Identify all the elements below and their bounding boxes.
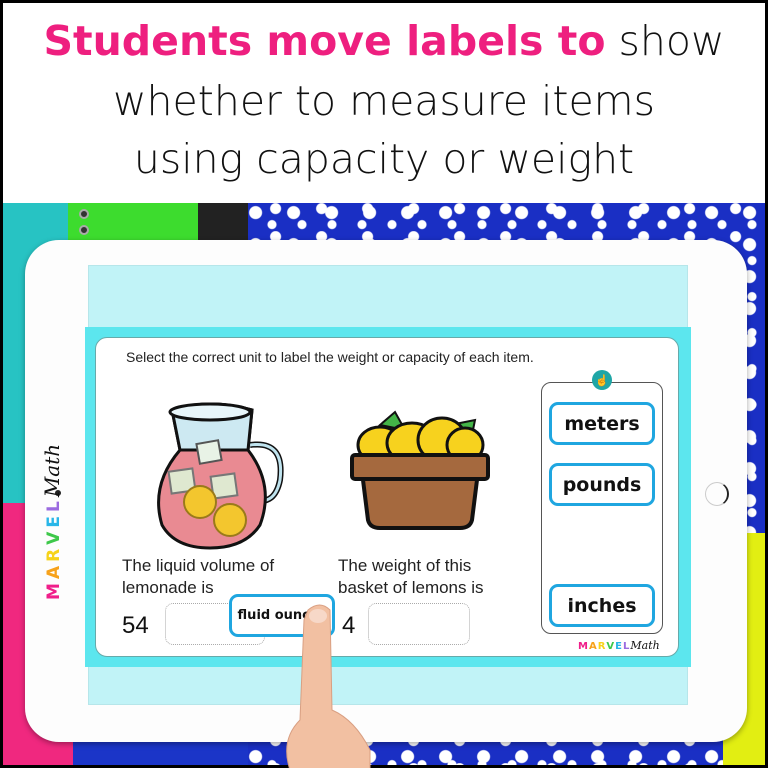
fingernail <box>309 609 327 623</box>
lemon-slice <box>213 503 247 537</box>
brand-letter: M <box>578 641 589 652</box>
item-prompt-lemonade: The liquid volume of lemonade is <box>122 555 274 599</box>
brand-letter: V <box>44 527 64 545</box>
pitcher-rim <box>168 402 252 422</box>
brand-script: Math <box>40 443 64 498</box>
pointing-finger-image <box>286 604 371 768</box>
frame: Students move labels to show whether to … <box>0 0 768 768</box>
lemonade-pitcher-image <box>157 402 284 550</box>
home-button[interactable] <box>705 482 729 506</box>
brand-letter: E <box>615 641 623 652</box>
item-prompt-basket: The weight of this basket of lemons is <box>338 555 484 599</box>
brand-letter: L <box>44 497 64 513</box>
brand-script: Math <box>630 639 660 652</box>
banner-highlight: Students move labels to <box>43 17 606 65</box>
banner-line-3: using capacity or weight <box>133 135 635 183</box>
label-chip-pounds[interactable]: pounds <box>549 463 655 506</box>
finger <box>286 604 371 768</box>
quantity-lemonade: 54 <box>122 612 149 639</box>
label-chip-inches[interactable]: inches <box>549 584 655 627</box>
brand-logo-small: MARVELMath <box>578 639 660 652</box>
brand-letter: E <box>44 512 64 528</box>
spiral-ring-icon <box>79 209 89 219</box>
prompt-line: The weight of this <box>338 556 472 575</box>
brand-logo-vertical: MARVELMath <box>40 444 64 600</box>
brand-letter: A <box>44 561 64 580</box>
basket-rim <box>350 453 490 481</box>
prompt-line: basket of lemons is <box>338 578 484 597</box>
banner-line-2: whether to measure items <box>113 77 655 125</box>
green-notebook <box>68 203 203 243</box>
label-chip-meters[interactable]: meters <box>549 402 655 445</box>
brand-letter: R <box>44 544 64 562</box>
ice-cube <box>195 439 223 465</box>
banner-line-1: Students move labels to show <box>3 17 765 65</box>
thumbs-up-pin-icon: ☝ <box>592 370 612 390</box>
spiral-ring-icon <box>79 225 89 235</box>
banner-line-1-rest: show <box>605 17 725 65</box>
promo-banner: Students move labels to show whether to … <box>3 3 765 203</box>
lemon-basket-image <box>350 410 490 530</box>
prompt-line: The liquid volume of <box>122 556 275 575</box>
black-band <box>198 203 248 243</box>
brand-letter: M <box>44 579 64 600</box>
lemon-slice <box>183 485 217 519</box>
brand-letter: V <box>606 641 616 652</box>
brand-letter: A <box>588 641 598 652</box>
instruction-text: Select the correct unit to label the wei… <box>126 349 534 365</box>
